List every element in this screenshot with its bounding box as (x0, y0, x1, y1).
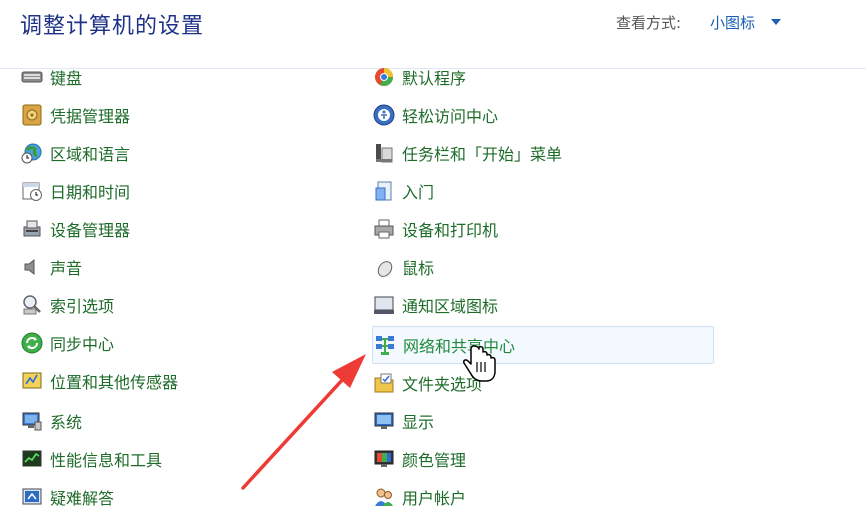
red-arrow-annotation (241, 354, 366, 490)
